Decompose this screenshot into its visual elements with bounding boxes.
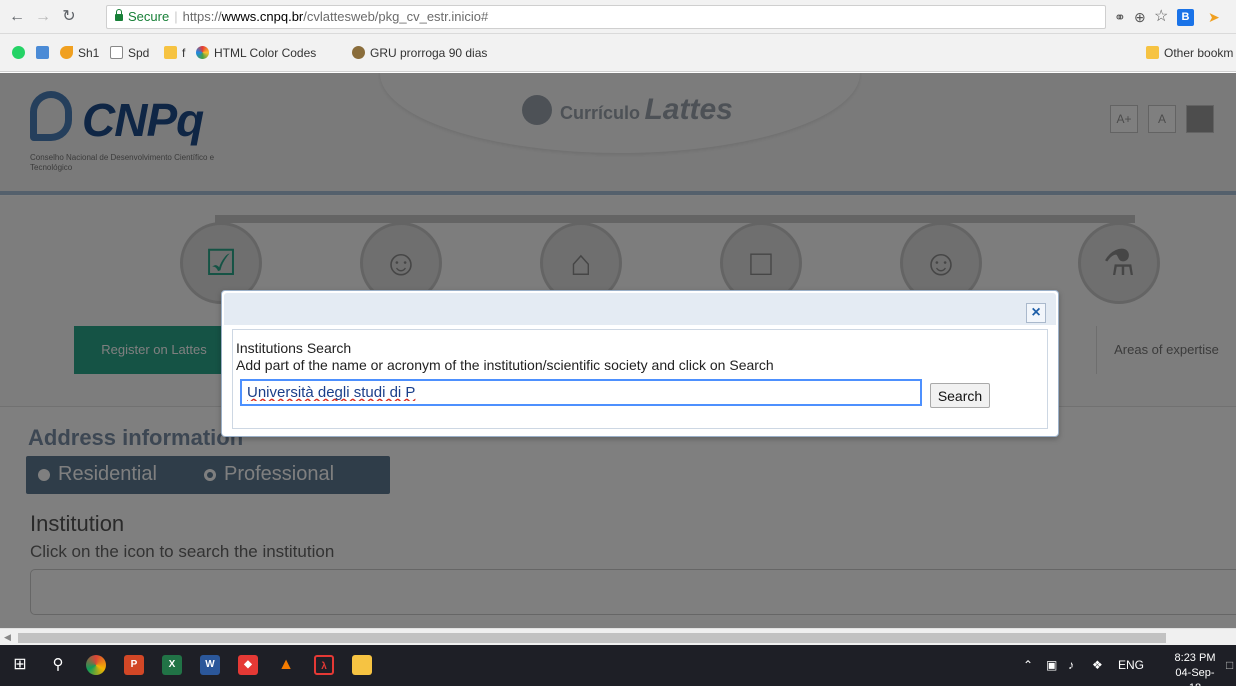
dialog-help: Add part of the name or acronym of the i… bbox=[236, 357, 774, 373]
clock-time: 8:23 PM bbox=[1174, 652, 1216, 664]
search-icon[interactable]: ⚲ bbox=[48, 655, 68, 675]
tray-expand-icon[interactable]: ⌃ bbox=[1023, 657, 1033, 673]
search-button[interactable]: Search bbox=[930, 383, 990, 408]
volume-icon[interactable]: ♪ bbox=[1068, 657, 1074, 673]
horizontal-scrollbar[interactable]: ◀ bbox=[0, 628, 1236, 645]
page-icon bbox=[110, 46, 123, 59]
bookmark-gru[interactable]: GRU prorroga 90 dias bbox=[352, 45, 487, 61]
key-icon[interactable]: ⚭ bbox=[1114, 8, 1126, 26]
extension-b-icon[interactable]: B bbox=[1177, 9, 1194, 26]
bookmark-label: f bbox=[182, 46, 186, 60]
matlab-icon[interactable]: ▲ bbox=[276, 655, 296, 675]
close-icon[interactable]: × bbox=[1026, 303, 1046, 323]
bookmark-label: HTML Color Codes bbox=[214, 46, 317, 60]
whatsapp-icon bbox=[12, 46, 25, 59]
bookmark-star-icon[interactable]: ☆ bbox=[1154, 8, 1168, 26]
system-clock[interactable]: 8:23 PM 04-Sep-18 bbox=[1170, 651, 1220, 686]
bug-icon bbox=[352, 46, 365, 59]
notifications-icon[interactable]: □ bbox=[1226, 657, 1233, 673]
bookmark-label: Sh1 bbox=[78, 46, 100, 60]
bookmark-spd[interactable]: Spd bbox=[110, 45, 149, 61]
powerpoint-icon[interactable]: P bbox=[124, 655, 144, 675]
bookmark-label: GRU prorroga 90 dias bbox=[370, 46, 488, 60]
language-indicator[interactable]: ENG bbox=[1118, 657, 1144, 673]
url-separator: | bbox=[174, 9, 178, 24]
institutions-search-dialog: × Institutions Search Add part of the na… bbox=[221, 290, 1059, 437]
chrome-icon[interactable] bbox=[86, 655, 106, 675]
zoom-icon[interactable]: ⊕ bbox=[1134, 8, 1146, 26]
url-path: /cvlattesweb/pkg_cv_estr.inicio# bbox=[303, 9, 489, 24]
url-scheme: https:// bbox=[182, 9, 222, 24]
dialog-title: Institutions Search bbox=[236, 340, 352, 356]
institution-search-input[interactable] bbox=[240, 379, 922, 406]
extension-bird-icon[interactable]: ➤ bbox=[1208, 8, 1220, 26]
address-bar[interactable]: Secure | https://wwws.cnpq.br/cvlattesweb/… bbox=[106, 5, 1106, 29]
excel-icon[interactable]: X bbox=[162, 655, 182, 675]
scroll-left-icon[interactable]: ◀ bbox=[4, 632, 11, 643]
bookmark-html-color-codes[interactable]: HTML Color Codes bbox=[196, 45, 316, 61]
whatsapp-bookmark[interactable] bbox=[12, 45, 30, 61]
anydesk-icon[interactable]: ◆ bbox=[238, 655, 258, 675]
folder-icon bbox=[1146, 46, 1159, 59]
taskbar: ⊞ ⚲ P X W ◆ ▲ λ ⌃ ▣ ♪ ❖ ENG 8:23 PM 04-S… bbox=[0, 645, 1236, 686]
secure-label: Secure bbox=[128, 9, 170, 24]
bird-icon bbox=[60, 46, 73, 59]
acrobat-icon[interactable]: λ bbox=[314, 655, 334, 675]
dropbox-icon[interactable]: ❖ bbox=[1092, 657, 1103, 673]
app-icon bbox=[36, 46, 49, 59]
windows-start-icon[interactable]: ⊞ bbox=[10, 655, 30, 675]
scroll-thumb[interactable] bbox=[18, 633, 1166, 643]
clock-date: 04-Sep-18 bbox=[1175, 667, 1215, 686]
app-bookmark[interactable] bbox=[36, 45, 54, 61]
reload-icon[interactable]: ↻ bbox=[60, 8, 78, 26]
network-icon[interactable]: ▣ bbox=[1046, 657, 1057, 673]
url-host: wwws.cnpq.br bbox=[221, 9, 304, 24]
forward-icon[interactable]: → bbox=[34, 8, 52, 26]
bookmark-other[interactable]: Other bookm bbox=[1146, 45, 1233, 61]
bookmark-sh1[interactable]: Sh1 bbox=[60, 45, 99, 61]
folder-icon bbox=[164, 46, 177, 59]
browser-toolbar: ← → ↻ Secure | https://wwws.cnpq.br/cvlatt… bbox=[0, 0, 1236, 34]
back-icon[interactable]: ← bbox=[8, 8, 26, 26]
color-wheel-icon bbox=[196, 46, 209, 59]
bookmark-label: Other bookm bbox=[1164, 46, 1234, 60]
bookmark-label: Spd bbox=[128, 46, 150, 60]
word-icon[interactable]: W bbox=[200, 655, 220, 675]
file-explorer-icon[interactable] bbox=[352, 655, 372, 675]
bookmarks-bar: Sh1 Spd f HTML Color Codes GRU prorroga … bbox=[0, 34, 1236, 72]
bookmark-f[interactable]: f bbox=[164, 45, 185, 61]
dialog-titlebar bbox=[224, 293, 1056, 325]
lock-icon bbox=[115, 9, 123, 21]
